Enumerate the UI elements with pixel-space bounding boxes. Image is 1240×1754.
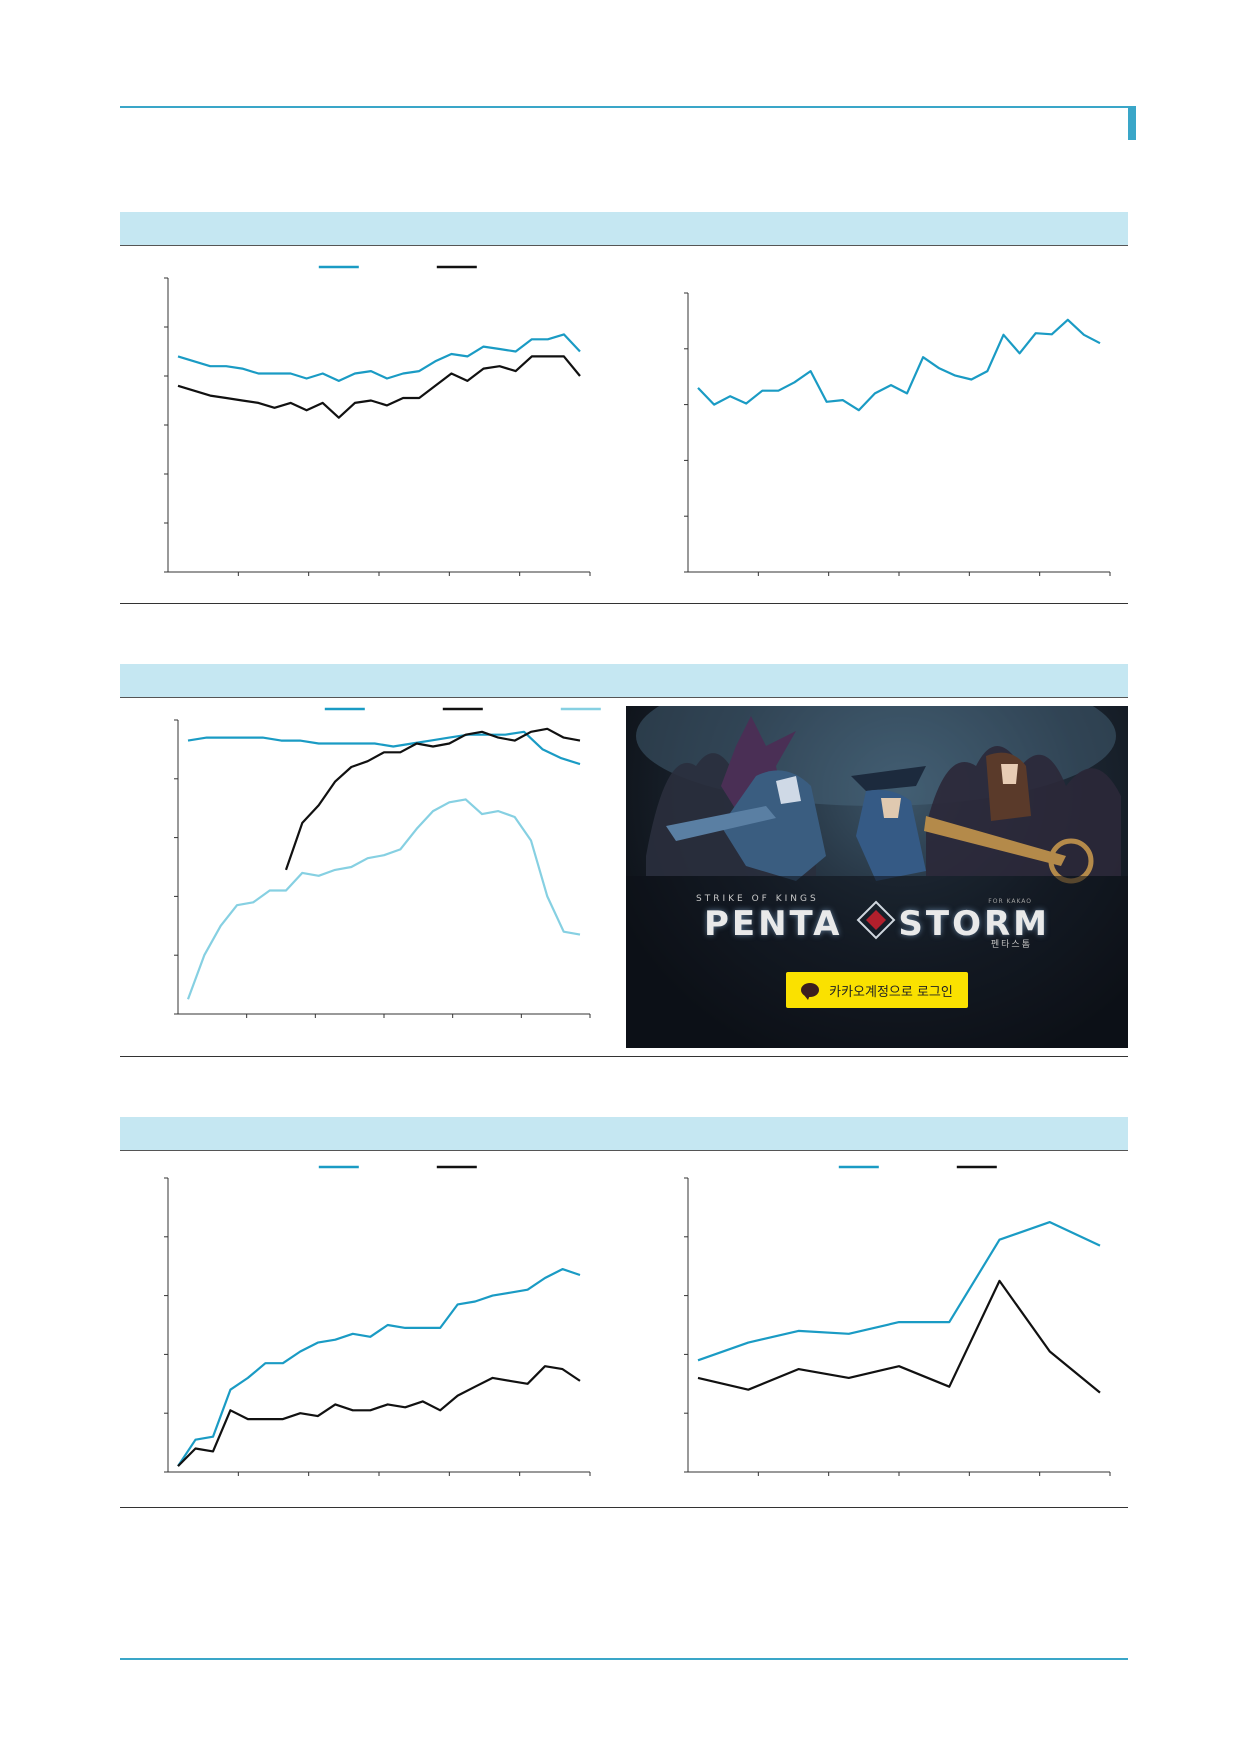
kakaotalk-speech-bubble-icon xyxy=(801,983,820,1000)
series-line-2 xyxy=(284,727,581,871)
figure-3-left-line-chart xyxy=(164,1165,591,1476)
figure-2-left-line-chart xyxy=(174,707,601,1018)
series-line-2 xyxy=(177,1365,581,1467)
series-line-3 xyxy=(186,798,581,1000)
figure-3-title-band xyxy=(120,1117,1128,1151)
figure-1-left-line-chart xyxy=(164,265,591,576)
figure-2-bottom-rule xyxy=(120,1056,1128,1057)
figure-2-title-band xyxy=(120,664,1128,698)
series-line-2 xyxy=(697,1279,1101,1394)
series-line-1 xyxy=(697,318,1101,412)
game-tagline: STRIKE OF KINGS xyxy=(696,894,819,904)
kakao-login-button[interactable]: 카카오계정으로 로그인 xyxy=(786,972,968,1008)
game-promo-image: STRIKE OF KINGS FOR KAKAO PENTA STORM 펜타스… xyxy=(626,706,1128,1048)
game-subtitle-korean: 펜타스톰 xyxy=(990,940,1032,950)
figure-3-bottom-rule xyxy=(120,1507,1128,1508)
series-line-2 xyxy=(177,355,581,419)
kakao-login-label: 카카오계정으로 로그인 xyxy=(829,984,953,1000)
series-line-1 xyxy=(177,1268,581,1467)
footer-rule xyxy=(120,1658,1128,1660)
header-rule xyxy=(120,106,1128,108)
figure-3-right-line-chart xyxy=(684,1165,1111,1476)
figure-1-bottom-rule xyxy=(120,603,1128,604)
header-corner-marker xyxy=(1128,106,1136,140)
figure-1-title-band xyxy=(120,212,1128,246)
figure-1-right-line-chart xyxy=(684,292,1111,576)
series-line-1 xyxy=(177,333,581,382)
series-line-1 xyxy=(697,1221,1101,1362)
